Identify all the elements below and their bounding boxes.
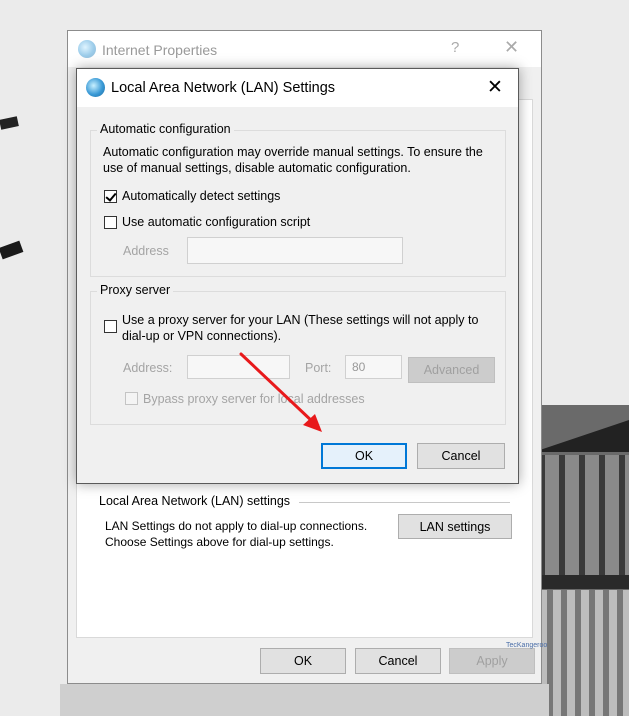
annotation-arrow-icon xyxy=(239,352,322,432)
arrow-shaft xyxy=(239,352,316,425)
